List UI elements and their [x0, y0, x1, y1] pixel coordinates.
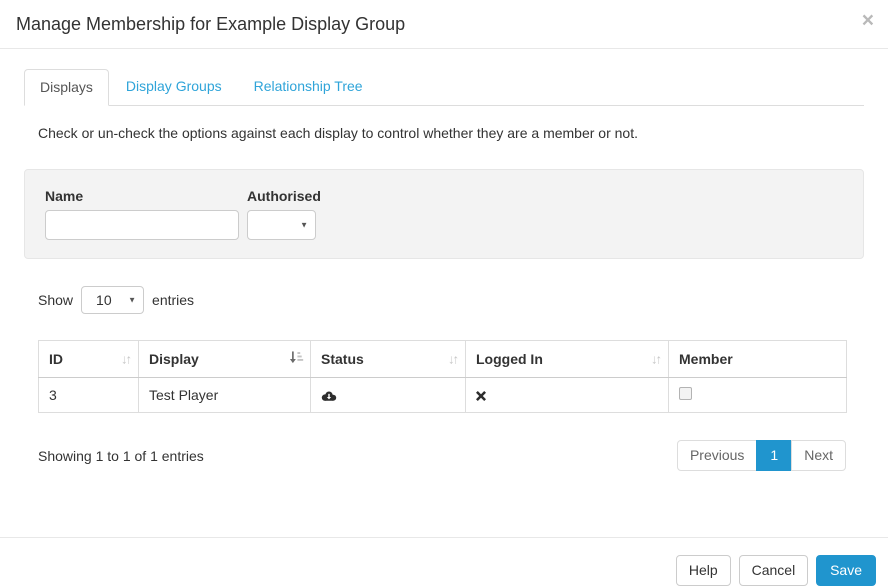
authorised-filter-group: Authorised ▼ — [247, 188, 321, 240]
table-info: Showing 1 to 1 of 1 entries — [38, 448, 204, 464]
tab-bar: Displays Display Groups Relationship Tre… — [24, 69, 864, 106]
cancel-button[interactable]: Cancel — [739, 555, 809, 586]
sort-both-icon: ↓↑ — [121, 352, 132, 367]
page-length-control: Show 10 ▼ entries — [38, 286, 864, 314]
cell-logged-in — [466, 378, 669, 413]
tab-display-groups[interactable]: Display Groups — [111, 69, 237, 106]
manage-membership-modal: Manage Membership for Example Display Gr… — [0, 0, 888, 586]
entries-label: entries — [152, 292, 194, 308]
column-header-member: Member — [669, 341, 847, 378]
cell-member — [669, 378, 847, 413]
column-header-display[interactable]: Display — [139, 341, 311, 378]
sort-both-icon: ↓↑ — [651, 352, 662, 367]
table-row: 3 Test Player — [39, 378, 847, 413]
page-length-value: 10 — [82, 292, 112, 308]
authorised-filter-label: Authorised — [247, 188, 321, 204]
table-footer: Showing 1 to 1 of 1 entries Previous 1 N… — [38, 440, 846, 471]
save-button[interactable]: Save — [816, 555, 876, 586]
caret-down-icon: ▼ — [128, 296, 136, 305]
page-length-select[interactable]: 10 ▼ — [81, 286, 144, 314]
name-filter-group: Name — [45, 188, 239, 240]
next-page-button[interactable]: Next — [791, 440, 846, 471]
help-text: Check or un-check the options against ea… — [38, 125, 864, 142]
modal-title: Manage Membership for Example Display Gr… — [16, 13, 872, 35]
cell-display: Test Player — [139, 378, 311, 413]
previous-page-button[interactable]: Previous — [677, 440, 757, 471]
cell-id: 3 — [39, 378, 139, 413]
authorised-filter-select[interactable]: ▼ — [247, 210, 316, 240]
column-header-logged-in[interactable]: Logged In ↓↑ — [466, 341, 669, 378]
displays-table: ID ↓↑ Display — [38, 340, 847, 413]
column-header-status[interactable]: Status ↓↑ — [311, 341, 466, 378]
modal-footer: Help Cancel Save — [0, 537, 888, 586]
table-header-row: ID ↓↑ Display — [39, 341, 847, 378]
filter-panel: Name Authorised ▼ — [24, 169, 864, 259]
modal-body: Displays Display Groups Relationship Tre… — [0, 49, 888, 484]
sort-ascending-icon — [289, 351, 304, 367]
help-button[interactable]: Help — [676, 555, 731, 586]
tab-relationship-tree[interactable]: Relationship Tree — [239, 69, 378, 106]
column-header-id[interactable]: ID ↓↑ — [39, 341, 139, 378]
close-icon[interactable]: × — [862, 10, 874, 31]
sort-both-icon: ↓↑ — [448, 352, 459, 367]
pagination: Previous 1 Next — [677, 440, 846, 471]
caret-down-icon: ▼ — [300, 221, 308, 230]
show-label: Show — [38, 292, 73, 308]
modal-header: Manage Membership for Example Display Gr… — [0, 0, 888, 49]
cross-icon — [476, 387, 486, 403]
cloud-download-icon — [321, 387, 337, 403]
page-1-button[interactable]: 1 — [756, 440, 792, 471]
name-filter-input[interactable] — [45, 210, 239, 240]
member-checkbox[interactable] — [679, 387, 692, 400]
tab-displays[interactable]: Displays — [24, 69, 109, 106]
cell-status — [311, 378, 466, 413]
name-filter-label: Name — [45, 188, 239, 204]
